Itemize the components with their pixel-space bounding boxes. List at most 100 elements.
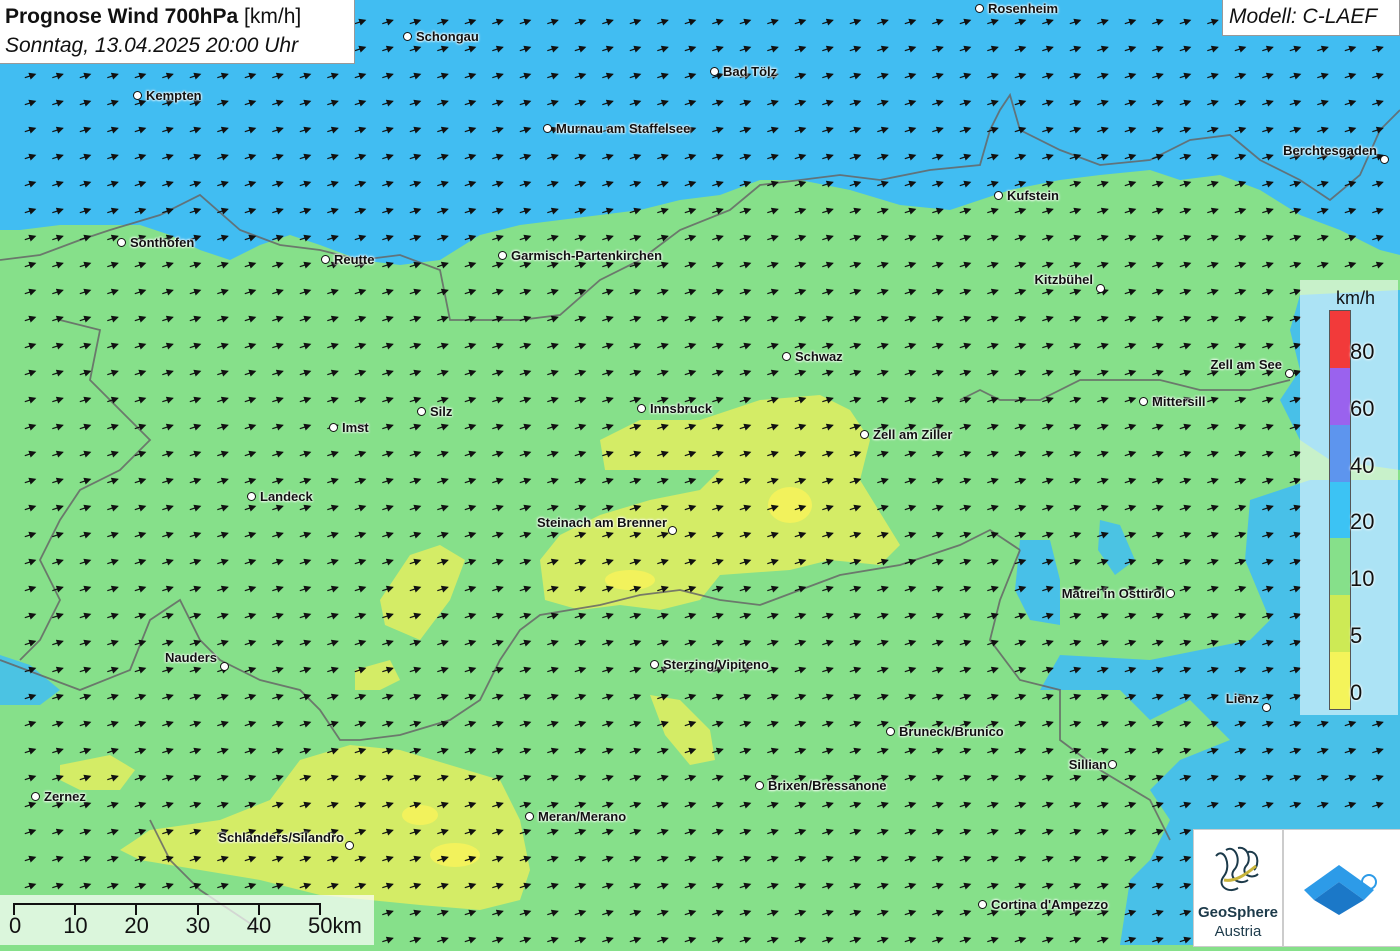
legend-unit: km/h bbox=[1336, 288, 1376, 308]
city-marker bbox=[860, 430, 869, 439]
city-marker bbox=[994, 191, 1003, 200]
legend-colorbar bbox=[1329, 310, 1351, 710]
geosphere-logo[interactable]: GeoSphere Austria bbox=[1193, 829, 1283, 947]
geosphere-name: GeoSphere bbox=[1197, 904, 1279, 921]
city-marker bbox=[543, 124, 552, 133]
city-marker bbox=[668, 526, 677, 535]
scale-label: 20 bbox=[124, 913, 149, 938]
model-box: Modell: C-LAEF bbox=[1222, 0, 1400, 36]
city-marker bbox=[978, 900, 987, 909]
city-marker bbox=[1285, 369, 1294, 378]
city-label: Steinach am Brenner bbox=[536, 515, 667, 530]
legend: km/h 80 60 40 20 10 5 0 bbox=[1300, 280, 1398, 715]
city-label: Imst bbox=[342, 420, 369, 435]
legend-label: 40 bbox=[1350, 452, 1375, 478]
city-label: Reutte bbox=[334, 252, 375, 267]
scale-label: 10 bbox=[63, 913, 88, 938]
legend-swatch bbox=[1330, 367, 1350, 425]
scale-label: 0 bbox=[9, 913, 22, 938]
city-marker bbox=[782, 352, 791, 361]
map-title: Prognose Wind 700hPa [km/h] bbox=[5, 5, 301, 29]
city-marker bbox=[1166, 589, 1175, 598]
city-label: Schongau bbox=[416, 29, 479, 44]
legend-label: 5 bbox=[1350, 623, 1363, 649]
wind-field-calm-1 bbox=[768, 487, 812, 523]
city-label: Kempten bbox=[146, 88, 202, 103]
legend-swatch bbox=[1330, 481, 1350, 539]
city-marker bbox=[1380, 155, 1389, 164]
weather-app-logo[interactable] bbox=[1283, 829, 1400, 947]
city-label: Lienz bbox=[1225, 691, 1259, 706]
city-label: Kufstein bbox=[1007, 188, 1059, 203]
title-unit: [km/h] bbox=[238, 5, 302, 28]
city-label: Bad Tölz bbox=[723, 64, 778, 79]
legend-swatch bbox=[1330, 424, 1350, 482]
city-marker bbox=[1096, 284, 1105, 293]
legend-label: 0 bbox=[1350, 680, 1363, 705]
scale-bar: 0 10 20 30 40 50km bbox=[0, 895, 374, 945]
city-marker bbox=[117, 238, 126, 247]
chevron-cloud-icon bbox=[1304, 865, 1377, 915]
city-marker bbox=[247, 492, 256, 501]
city-marker bbox=[31, 792, 40, 801]
city-marker bbox=[1108, 760, 1117, 769]
city-label: Brixen/Bressanone bbox=[768, 778, 887, 793]
legend-label: 60 bbox=[1350, 395, 1375, 421]
city-label: Landeck bbox=[260, 489, 313, 504]
city-marker bbox=[886, 727, 895, 736]
scale-line bbox=[14, 903, 320, 905]
city-marker bbox=[650, 660, 659, 669]
city-label: Nauders bbox=[164, 650, 217, 665]
scale-label: 50km bbox=[308, 913, 362, 938]
city-label: Sonthofen bbox=[130, 235, 195, 250]
city-label: Sterzing/Vipiteno bbox=[663, 657, 769, 672]
legend-swatch bbox=[1330, 595, 1350, 653]
title-bold: Prognose Wind 700hPa bbox=[5, 5, 239, 28]
legend-label: 80 bbox=[1350, 338, 1375, 364]
city-label: Murnau am Staffelsee bbox=[556, 121, 691, 136]
city-marker bbox=[345, 841, 354, 850]
city-marker bbox=[1262, 703, 1271, 712]
city-label: Garmisch-Partenkirchen bbox=[511, 248, 663, 263]
geosphere-sub: Austria bbox=[1214, 923, 1262, 940]
legend-label: 20 bbox=[1350, 509, 1375, 535]
legend-swatch bbox=[1330, 538, 1350, 596]
city-label: Schwaz bbox=[795, 349, 843, 364]
city-marker bbox=[755, 781, 764, 790]
city-marker bbox=[525, 812, 534, 821]
scale-label: 30 bbox=[185, 913, 211, 938]
city-label: Berchtesgaden bbox=[1283, 143, 1377, 158]
city-label: Matrei in Osttirol bbox=[1061, 586, 1165, 601]
legend-swatch bbox=[1330, 311, 1350, 368]
city-label: Zernez bbox=[44, 789, 86, 804]
city-label: Mittersill bbox=[1152, 394, 1206, 409]
city-label: Zell am Ziller bbox=[873, 427, 953, 442]
city-marker bbox=[329, 423, 338, 432]
geosphere-emblem-icon bbox=[1215, 846, 1259, 892]
city-marker bbox=[975, 4, 984, 13]
city-label: Bruneck/Brunico bbox=[899, 724, 1004, 739]
map-subtitle: Sonntag, 13.04.2025 20:00 Uhr bbox=[5, 34, 299, 57]
city-marker bbox=[417, 407, 426, 416]
city-label: Schlanders/Silandro bbox=[218, 830, 344, 845]
city-marker bbox=[1139, 397, 1148, 406]
wind-field-calm-3 bbox=[430, 843, 480, 867]
city-marker bbox=[321, 255, 330, 264]
model-label: Modell: C-LAEF bbox=[1229, 5, 1378, 28]
scale-label: 40 bbox=[246, 913, 272, 938]
wind-map bbox=[0, 0, 1400, 945]
city-label: Meran/Merano bbox=[538, 809, 627, 824]
legend-label: 10 bbox=[1350, 566, 1375, 592]
city-label: Innsbruck bbox=[650, 401, 713, 416]
city-label: Silz bbox=[430, 404, 453, 419]
city-marker bbox=[403, 32, 412, 41]
city-marker bbox=[498, 251, 507, 260]
legend-swatch bbox=[1330, 652, 1350, 709]
city-marker bbox=[220, 662, 229, 671]
city-marker bbox=[710, 67, 719, 76]
wind-field-calm-4 bbox=[402, 805, 438, 825]
city-marker bbox=[133, 91, 142, 100]
city-label: Rosenheim bbox=[988, 1, 1059, 16]
city-label: Cortina d'Ampezzo bbox=[991, 897, 1109, 912]
city-label: Sillian bbox=[1068, 757, 1107, 772]
